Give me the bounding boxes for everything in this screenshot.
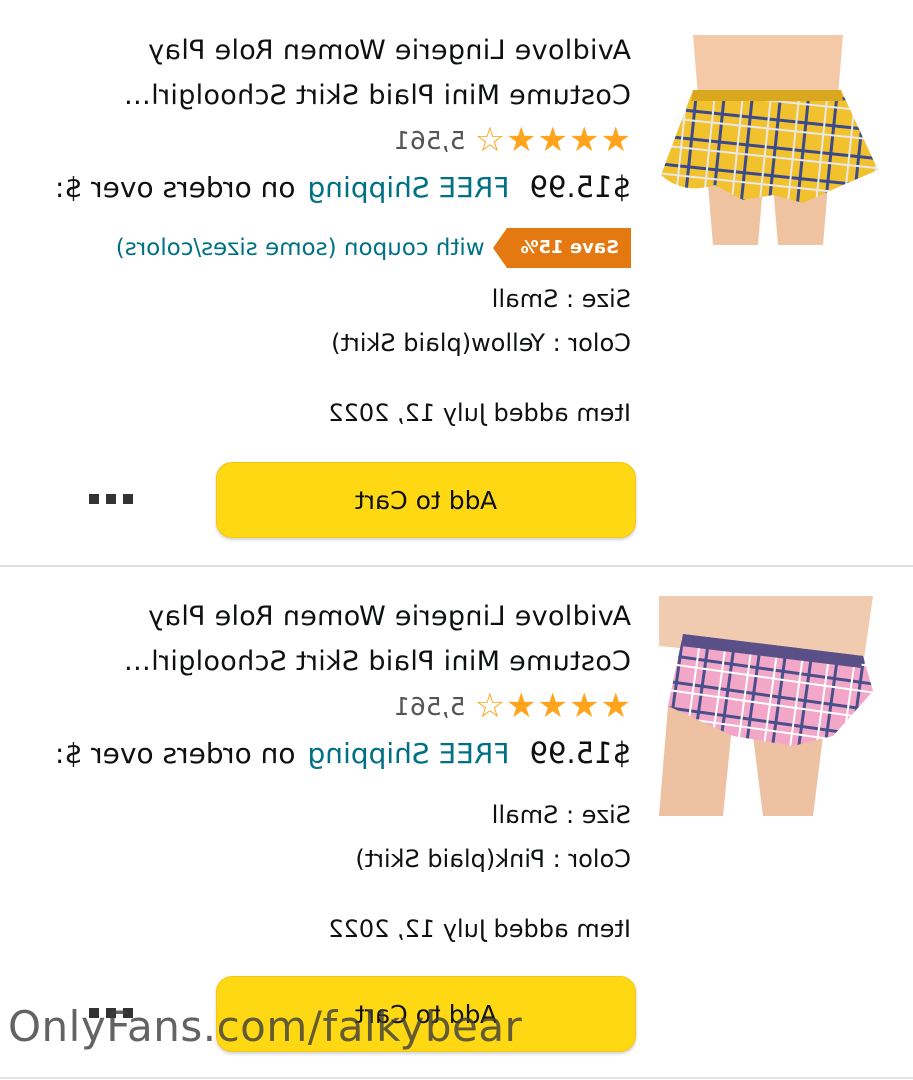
coupon-text: with coupon (some sizes/colors) [115, 235, 485, 261]
rating-row[interactable]: ★ ★ ★ ★ ☆ 5,561 [0, 120, 631, 160]
star-icon: ★ [537, 120, 569, 160]
dot [89, 494, 99, 504]
item-details: Avidlove Lingerie Women Role Play Costum… [0, 594, 631, 944]
yellow-plaid-skirt-image [659, 35, 883, 245]
pink-plaid-skirt-image [659, 596, 883, 816]
price-row: $15.99 FREE Shipping on orders over $: [0, 170, 631, 218]
rating-row[interactable]: ★ ★ ★ ★ ☆ 5,561 [0, 686, 631, 726]
rating-count[interactable]: 5,561 [394, 126, 466, 155]
star-icon: ★ [600, 686, 631, 726]
star-icon: ★ [506, 686, 537, 726]
empty-star-icon: ☆ [474, 686, 506, 726]
title-line[interactable]: Avidlove Lingerie Women Role Play [0, 28, 631, 73]
star-icon: ★ [600, 120, 631, 160]
star-icon: ★ [537, 686, 569, 726]
star-icon: ★ [569, 686, 600, 726]
price: $15.99 [529, 170, 631, 204]
color-label: Color : Pink(plaid Skirt) [355, 845, 631, 873]
title-line[interactable]: Avidlove Lingerie Women Role Play [0, 594, 631, 639]
dot [106, 494, 116, 504]
size-label: Size : Small [491, 801, 631, 829]
title-line[interactable]: Costume Mini Plaid Skirt Schoolgirl… [0, 639, 631, 684]
star-icon: ★ [506, 120, 537, 160]
coupon-row: Save 15% with coupon (some sizes/colors) [0, 226, 631, 270]
dot [123, 494, 133, 504]
added-date: Item added July 12, 2022 [328, 399, 631, 427]
more-options-icon[interactable] [89, 494, 133, 506]
star-rating: ★ ★ ★ ★ ☆ [474, 120, 631, 160]
add-to-cart-button[interactable]: Add to Cart [216, 462, 636, 538]
shipping-condition: on orders over $: [55, 171, 296, 204]
free-shipping-link[interactable]: FREE Shipping [308, 171, 510, 204]
shipping-condition: on orders over $: [55, 737, 296, 770]
coupon-badge: Save 15% [506, 228, 631, 268]
item-title[interactable]: Avidlove Lingerie Women Role Play Costum… [0, 594, 631, 684]
mirrored-page: Avidlove Lingerie Women Role Play Costum… [0, 0, 913, 1080]
product-image[interactable] [659, 35, 883, 245]
bottom-divider [0, 1077, 913, 1079]
price-row: $15.99 FREE Shipping on orders over $: [0, 736, 631, 784]
item-title[interactable]: Avidlove Lingerie Women Role Play Costum… [0, 28, 631, 118]
rating-count[interactable]: 5,561 [394, 692, 466, 721]
watermark-text: OnlyFans.com/falkybear [8, 1002, 523, 1051]
item-details: Avidlove Lingerie Women Role Play Costum… [0, 28, 631, 428]
star-rating: ★ ★ ★ ★ ☆ [474, 686, 631, 726]
product-image[interactable] [659, 596, 883, 816]
size-label: Size : Small [491, 285, 631, 313]
free-shipping-link[interactable]: FREE Shipping [308, 737, 510, 770]
empty-star-icon: ☆ [474, 120, 506, 160]
title-line[interactable]: Costume Mini Plaid Skirt Schoolgirl… [0, 73, 631, 118]
price: $15.99 [529, 736, 631, 770]
color-label: Color : Yellow(plaid Skirt) [331, 329, 631, 357]
star-icon: ★ [569, 120, 600, 160]
added-date: Item added July 12, 2022 [328, 915, 631, 943]
cart-item-card: Avidlove Lingerie Women Role Play Costum… [0, 0, 913, 565]
add-to-cart-label: Add to Cart [354, 485, 498, 515]
